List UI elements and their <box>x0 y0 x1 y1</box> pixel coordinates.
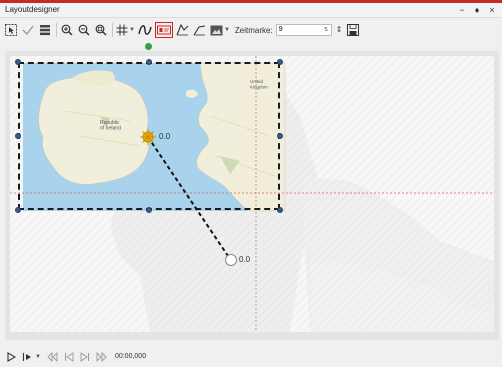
toolbar: ▼ ▼ Zeitmarke: 9 s ⇕ <box>0 19 502 41</box>
rewind-icon <box>47 351 58 362</box>
resize-handle-bottom[interactable] <box>146 207 152 213</box>
toolbar-separator <box>56 23 57 37</box>
rotation-handle[interactable] <box>145 43 152 50</box>
map-label-uk: United <box>250 79 264 84</box>
start-marker-label: 0.0 <box>159 132 171 141</box>
path-straight-button[interactable] <box>193 22 207 38</box>
play-icon <box>7 351 16 362</box>
grid-button[interactable]: ▼ <box>116 22 135 38</box>
end-marker[interactable] <box>225 254 237 266</box>
stage-area: United Kingdom Republic of Ireland 0.0 0… <box>5 51 499 340</box>
map-canvas: United Kingdom Republic of Ireland <box>10 56 494 332</box>
window-controls: − ♦ × <box>458 4 496 16</box>
previous-frame-button[interactable] <box>64 351 74 362</box>
save-button[interactable] <box>346 22 360 38</box>
zeitmarke-stepper[interactable]: ⇕ <box>336 26 343 34</box>
window-title: Layoutdesigner <box>5 5 60 14</box>
resize-handle-right[interactable] <box>277 133 283 139</box>
chevron-down-icon: ▼ <box>223 27 230 33</box>
map-label-ireland-line: of Ireland <box>100 126 121 132</box>
motion-path-button[interactable] <box>154 22 173 38</box>
grid-icon <box>116 24 128 36</box>
select-icon <box>5 24 17 36</box>
playback-bar: ▼ 00:00,000 <box>0 346 502 367</box>
toolbar-separator <box>112 23 113 37</box>
titlebar: Layoutdesigner − ♦ × <box>0 3 502 18</box>
resize-handle-top[interactable] <box>146 59 152 65</box>
layers-icon <box>40 25 50 36</box>
zoom-fit-icon <box>95 24 107 36</box>
zoom-in-button[interactable] <box>60 22 74 38</box>
image-dropdown-button[interactable]: ▼ <box>210 22 230 38</box>
play-button[interactable] <box>6 351 16 362</box>
playback-time: 00:00,000 <box>114 353 147 360</box>
previous-frame-icon <box>64 351 74 362</box>
zoom-fit-button[interactable] <box>94 22 108 38</box>
resize-handle-left[interactable] <box>15 133 21 139</box>
zeitmarke-unit: s <box>324 26 328 33</box>
play-from-start-button[interactable]: ▼ <box>22 352 41 362</box>
check-icon <box>22 25 34 35</box>
chevron-down-icon: ▼ <box>35 353 41 360</box>
fast-forward-icon <box>96 351 107 362</box>
select-tool-button[interactable] <box>4 22 18 38</box>
map-label-uk-line: Kingdom <box>250 85 268 90</box>
svg-text:Republic of Ireland: Republic of Ireland <box>100 120 121 132</box>
zeitmarke-label: Zeitmarke: <box>234 25 273 35</box>
chevron-down-icon: ▼ <box>129 27 135 33</box>
zoom-out-icon <box>78 24 90 36</box>
path-straight-icon <box>193 25 206 36</box>
picture-icon <box>210 25 223 35</box>
play-from-start-icon <box>22 352 31 361</box>
next-frame-button[interactable] <box>80 351 90 362</box>
check-button[interactable] <box>21 22 35 38</box>
end-marker-label: 0.0 <box>239 255 251 264</box>
rewind-button[interactable] <box>47 351 58 362</box>
next-frame-icon <box>80 351 89 362</box>
resize-handle-bottom-right[interactable] <box>277 207 283 213</box>
motion-path-icon <box>156 25 171 35</box>
zoom-in-icon <box>61 24 73 36</box>
path-edit-icon <box>176 24 189 36</box>
resize-handle-top-left[interactable] <box>15 59 21 65</box>
fast-forward-button[interactable] <box>96 351 107 362</box>
close-button[interactable]: × <box>488 4 496 16</box>
path-edit-button[interactable] <box>176 22 190 38</box>
zeitmarke-value: 9 <box>278 26 283 33</box>
resize-handle-top-right[interactable] <box>277 59 283 65</box>
layout-canvas[interactable]: United Kingdom Republic of Ireland 0.0 0… <box>10 56 494 332</box>
layers-button[interactable] <box>38 22 52 38</box>
pin-button[interactable]: ♦ <box>473 4 481 16</box>
curve-icon <box>138 25 152 35</box>
resize-handle-bottom-left[interactable] <box>15 207 21 213</box>
path-curve-button[interactable] <box>138 22 152 38</box>
minimize-button[interactable]: − <box>458 4 466 16</box>
zoom-out-button[interactable] <box>77 22 91 38</box>
zeitmarke-input[interactable]: 9 s <box>275 24 332 36</box>
save-icon <box>347 24 360 36</box>
